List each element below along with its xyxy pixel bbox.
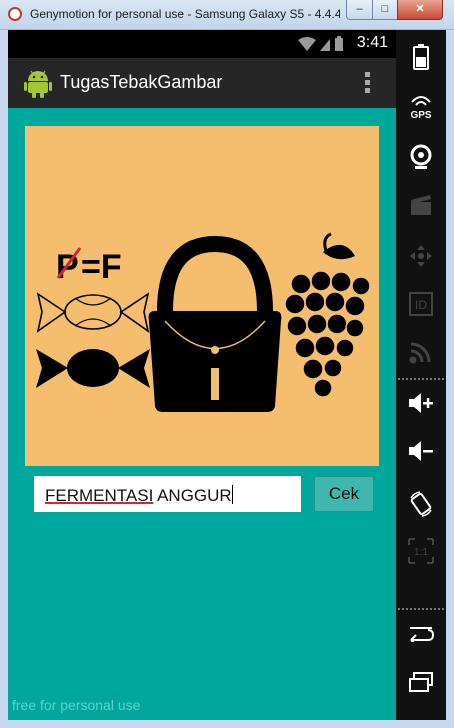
cast-icon[interactable]: [396, 340, 446, 380]
wifi-icon: [298, 37, 316, 51]
android-status-bar: 3:41: [8, 30, 396, 58]
puzzle-image: P =F: [25, 126, 379, 466]
svg-text:GPS: GPS: [410, 110, 431, 120]
toolbar-divider: [398, 608, 444, 610]
svg-text:ID: ID: [415, 298, 427, 312]
volume-down-icon[interactable]: [396, 440, 446, 480]
answer-input[interactable]: FERMENTASI ANGGUR: [34, 476, 301, 512]
android-robot-icon: [24, 70, 52, 98]
rebus-equation: =F: [81, 248, 122, 286]
battery-icon[interactable]: [396, 44, 446, 84]
check-button[interactable]: Cek: [314, 476, 374, 512]
status-icons: [298, 36, 343, 51]
maximize-button[interactable]: □: [372, 0, 398, 20]
overflow-menu-icon[interactable]: [364, 72, 372, 94]
action-bar: TugasTebakGambar: [8, 58, 396, 108]
svg-text:1:1: 1:1: [414, 547, 428, 558]
dpad-icon[interactable]: [396, 244, 446, 284]
window-title: Genymotion for personal use - Samsung Ga…: [30, 7, 340, 21]
text-cursor: [231, 485, 233, 504]
bag-icon: [148, 235, 282, 412]
genymotion-logo-icon: [8, 7, 22, 21]
minimize-button[interactable]: –: [346, 0, 373, 20]
gps-icon[interactable]: GPS: [396, 92, 446, 132]
rotate-icon[interactable]: [396, 490, 446, 530]
battery-status-icon: [335, 38, 343, 51]
emulator-toolbar: GPS ID 1:1: [396, 30, 446, 720]
window-titlebar: Genymotion for personal use - Samsung Ga…: [0, 0, 454, 30]
toolbar-divider: [398, 378, 444, 380]
signal-icon: [320, 39, 330, 51]
clapper-icon[interactable]: [396, 194, 446, 234]
watermark-text: free for personal use: [12, 697, 141, 713]
answer-text-misspelled: FERMENTASI: [45, 486, 154, 505]
id-icon[interactable]: ID: [396, 292, 446, 332]
answer-text: ANGGUR: [153, 486, 232, 505]
grapes-icon: [284, 232, 371, 398]
window-frame-bottom: [0, 720, 454, 728]
back-icon[interactable]: [396, 624, 446, 664]
candy-icon: [36, 292, 150, 388]
main-content: P =F: [8, 108, 396, 720]
volume-up-icon[interactable]: [396, 392, 446, 432]
close-button[interactable]: ✕: [397, 0, 443, 20]
status-time: 3:41: [356, 34, 388, 51]
window-frame-right: [446, 30, 454, 728]
window-frame-left: [0, 30, 8, 728]
camera-icon[interactable]: [396, 144, 446, 184]
pixel-scale-icon[interactable]: 1:1: [396, 538, 446, 578]
app-title: TugasTebakGambar: [60, 72, 223, 92]
recents-icon[interactable]: [396, 672, 446, 712]
